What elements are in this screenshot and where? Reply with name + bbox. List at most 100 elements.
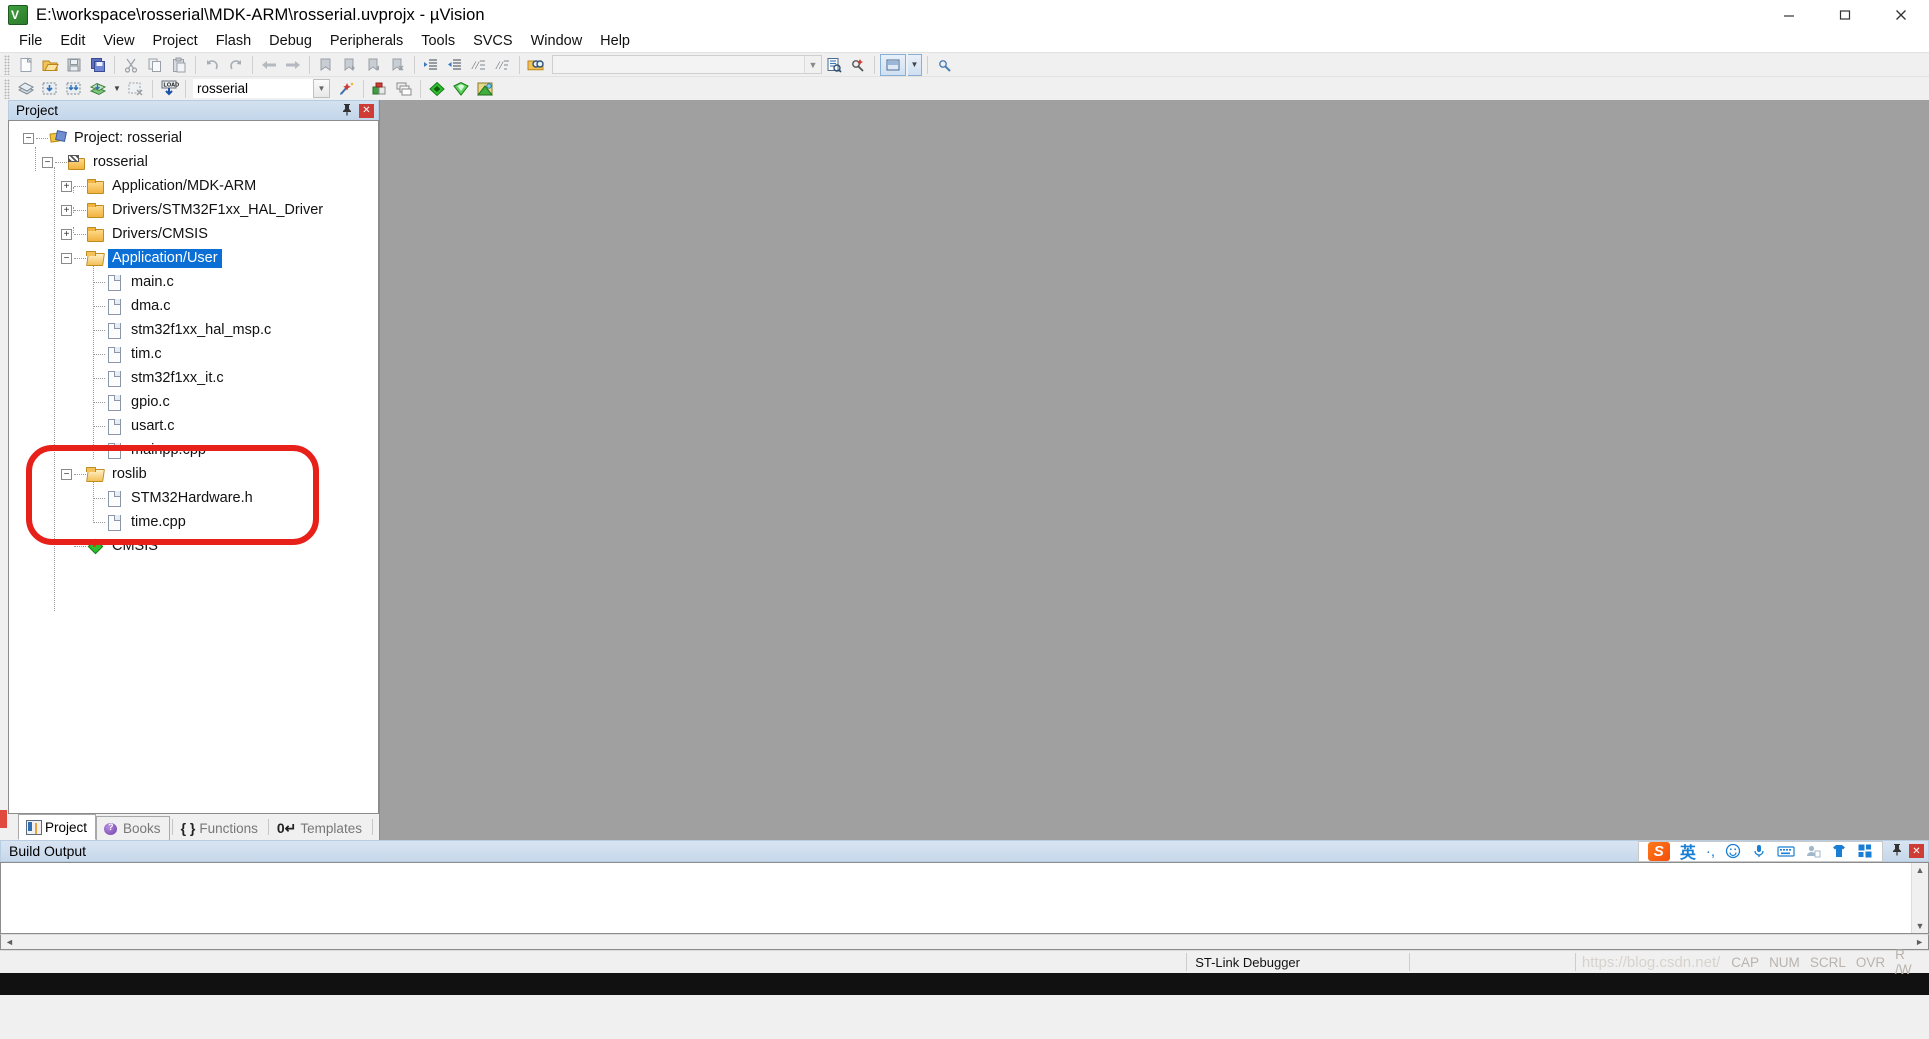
- tree-item-application-mdk-arm[interactable]: + Application/MDK-ARM: [9, 174, 378, 198]
- menu-svcs[interactable]: SVCS: [464, 33, 522, 49]
- navigate-back-icon[interactable]: [258, 54, 280, 76]
- debug-start-icon[interactable]: [426, 78, 448, 100]
- save-all-icon[interactable]: [87, 54, 109, 76]
- configure-merge-icon[interactable]: [474, 78, 496, 100]
- menu-tools[interactable]: Tools: [412, 33, 464, 49]
- pin-icon[interactable]: [339, 103, 355, 119]
- toolbox-icon[interactable]: [1857, 843, 1873, 859]
- expander-toggle[interactable]: −: [61, 252, 72, 264]
- tree-item-project-root[interactable]: − Project: rosserial: [9, 126, 378, 150]
- expander-toggle[interactable]: +: [61, 204, 72, 216]
- user-icon[interactable]: [1805, 843, 1821, 859]
- indent-icon[interactable]: [420, 54, 442, 76]
- tree-item-drivers-hal[interactable]: + Drivers/STM32F1xx_HAL_Driver: [9, 198, 378, 222]
- tree-item-roslib[interactable]: − roslib: [9, 462, 378, 486]
- copy-icon[interactable]: [144, 54, 166, 76]
- expander-toggle[interactable]: −: [61, 468, 72, 480]
- tree-item-gpio-c[interactable]: gpio.c: [9, 390, 378, 414]
- bookmark-toggle-icon[interactable]: [315, 54, 337, 76]
- rebuild-icon[interactable]: [63, 78, 85, 100]
- translate-icon[interactable]: [15, 78, 37, 100]
- download-icon[interactable]: LOAD: [158, 78, 180, 100]
- tree-item-stm32hardware-h[interactable]: STM32Hardware.h: [9, 486, 378, 510]
- emoji-icon[interactable]: [1725, 843, 1741, 859]
- build-icon[interactable]: [39, 78, 61, 100]
- close-icon[interactable]: ✕: [1909, 844, 1924, 858]
- menu-edit[interactable]: Edit: [51, 33, 94, 49]
- tab-functions[interactable]: { } Functions: [174, 816, 266, 840]
- menu-window[interactable]: Window: [522, 33, 592, 49]
- soft-keyboard-icon[interactable]: [1777, 844, 1795, 858]
- tree-item-cmsis[interactable]: CMSIS: [9, 534, 378, 558]
- debug-session-icon[interactable]: [880, 53, 906, 76]
- toolbar-grip[interactable]: [4, 78, 10, 99]
- undo-icon[interactable]: [201, 54, 223, 76]
- multi-project-icon[interactable]: [393, 78, 415, 100]
- debug-session-dropdown-icon[interactable]: ▼: [908, 53, 922, 76]
- target-selector[interactable]: rosserial ▼: [193, 79, 330, 99]
- menu-debug[interactable]: Debug: [260, 33, 321, 49]
- menu-flash[interactable]: Flash: [207, 33, 260, 49]
- bookmark-prev-icon[interactable]: [339, 54, 361, 76]
- menu-file[interactable]: File: [10, 33, 51, 49]
- tab-project[interactable]: Project: [18, 814, 97, 840]
- tab-books[interactable]: Books: [96, 816, 170, 840]
- editor-client-area[interactable]: [379, 100, 1929, 840]
- tree-item-dma-c[interactable]: dma.c: [9, 294, 378, 318]
- input-mode-icon[interactable]: 英: [1680, 839, 1696, 863]
- tree-item-stm32f1xx-hal-msp-c[interactable]: stm32f1xx_hal_msp.c: [9, 318, 378, 342]
- menu-project[interactable]: Project: [144, 33, 207, 49]
- pin-icon[interactable]: [1889, 843, 1905, 859]
- tree-item-rosserial[interactable]: − rosserial: [9, 150, 378, 174]
- target-value[interactable]: rosserial: [193, 79, 313, 98]
- insert-sfr-icon[interactable]: [450, 78, 472, 100]
- project-tree[interactable]: − Project: rosserial − rosserial + Appli…: [8, 120, 379, 814]
- scroll-up-icon[interactable]: ▲: [1916, 863, 1925, 877]
- skin-icon[interactable]: [1831, 843, 1847, 859]
- close-icon[interactable]: ✕: [359, 103, 374, 118]
- menu-help[interactable]: Help: [591, 33, 639, 49]
- bookmark-clear-icon[interactable]: [387, 54, 409, 76]
- toolbar-grip[interactable]: [4, 54, 10, 75]
- menu-view[interactable]: View: [94, 33, 143, 49]
- comment-icon[interactable]: //: [468, 54, 490, 76]
- outdent-icon[interactable]: [444, 54, 466, 76]
- close-button[interactable]: [1873, 0, 1929, 30]
- expander-toggle[interactable]: +: [61, 228, 72, 240]
- find-symbol-icon[interactable]: [847, 54, 869, 76]
- find-combo[interactable]: ▼: [552, 55, 822, 74]
- tree-item-time-cpp[interactable]: time.cpp: [9, 510, 378, 534]
- voice-input-icon[interactable]: [1751, 843, 1767, 859]
- tree-item-usart-c[interactable]: usart.c: [9, 414, 378, 438]
- tree-item-application-user[interactable]: − Application/User: [9, 246, 378, 270]
- build-output-body[interactable]: ▲ ▼: [0, 862, 1929, 934]
- expander-toggle[interactable]: −: [42, 156, 53, 168]
- scroll-left-icon[interactable]: ◄: [1, 937, 18, 947]
- uncomment-icon[interactable]: //: [492, 54, 514, 76]
- sogou-logo-icon[interactable]: S: [1647, 841, 1670, 861]
- sogou-ime-toolbar[interactable]: S 英 ·,: [1637, 839, 1883, 863]
- browse-symbol-icon[interactable]: [823, 54, 845, 76]
- target-options-icon[interactable]: [336, 78, 358, 100]
- redo-icon[interactable]: [225, 54, 247, 76]
- open-file-icon[interactable]: [39, 54, 61, 76]
- stop-build-icon[interactable]: [125, 78, 147, 100]
- build-output-hscrollbar[interactable]: ◄ ►: [0, 934, 1929, 950]
- new-file-icon[interactable]: [15, 54, 37, 76]
- punctuation-icon[interactable]: ·,: [1706, 843, 1715, 860]
- save-icon[interactable]: [63, 54, 85, 76]
- scroll-down-icon[interactable]: ▼: [1916, 919, 1925, 933]
- chevron-down-icon[interactable]: ▼: [313, 79, 330, 98]
- batch-build-icon[interactable]: [87, 78, 109, 100]
- expander-toggle[interactable]: +: [61, 180, 72, 192]
- tree-item-main-c[interactable]: main.c: [9, 270, 378, 294]
- paste-icon[interactable]: [168, 54, 190, 76]
- manage-run-time-env-icon[interactable]: [369, 78, 391, 100]
- scroll-right-icon[interactable]: ►: [1911, 937, 1928, 947]
- chevron-down-icon[interactable]: ▼: [804, 56, 821, 73]
- minimize-button[interactable]: [1761, 0, 1817, 30]
- cut-icon[interactable]: [120, 54, 142, 76]
- configuration-wizard-icon[interactable]: [933, 54, 955, 76]
- navigate-forward-icon[interactable]: [282, 54, 304, 76]
- bookmark-next-icon[interactable]: [363, 54, 385, 76]
